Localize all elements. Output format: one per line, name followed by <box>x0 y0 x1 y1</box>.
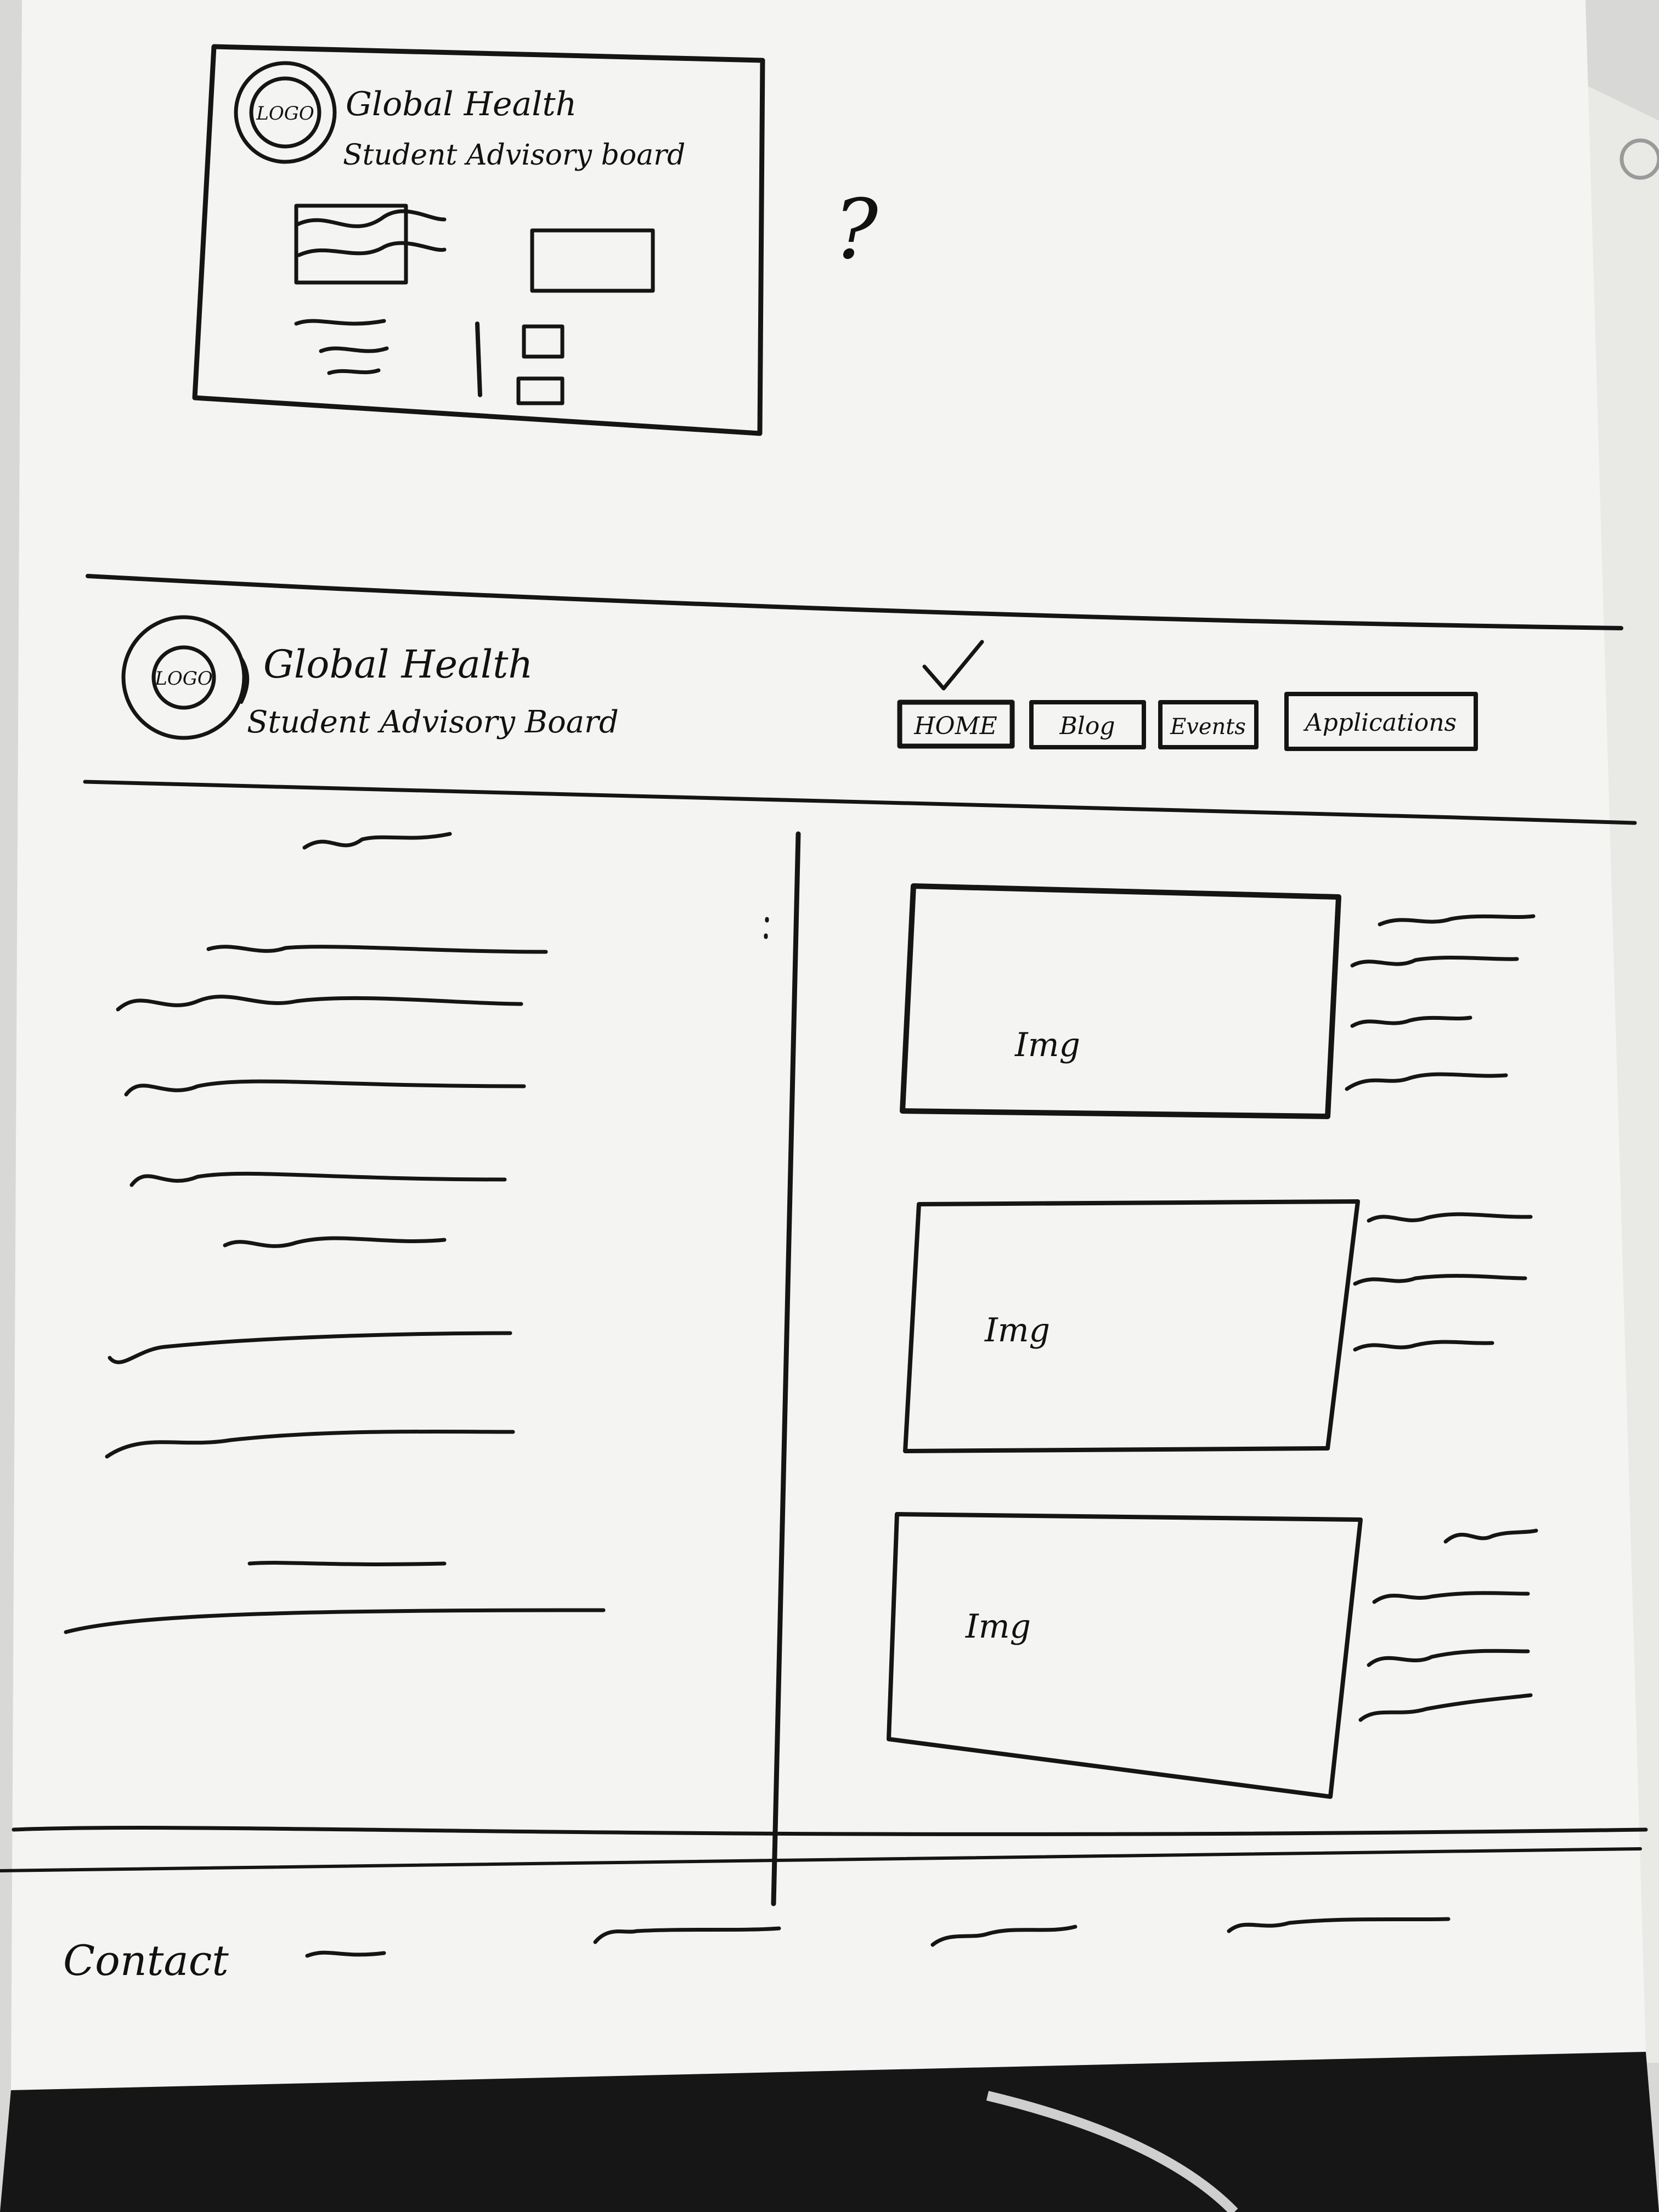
sketch-photo: LOGO Global Health Student Advisory boar… <box>0 0 1659 2212</box>
footer-contact-label: Contact <box>63 1936 229 1985</box>
question-mark: ? <box>834 182 879 278</box>
nav-events-label: Events <box>1170 714 1246 740</box>
site-title-line1: Global Health <box>263 642 533 687</box>
image-card-1-label: Img <box>1014 1026 1080 1064</box>
nav-blog-label: Blog <box>1059 712 1115 740</box>
image-card-3-label: Img <box>965 1607 1031 1646</box>
site-logo-label: LOGO <box>154 668 213 690</box>
nav-applications-label: Applications <box>1303 709 1457 737</box>
top-title-line2: Student Advisory board <box>343 139 685 172</box>
paper-sheet <box>11 0 1646 2090</box>
top-title-line1: Global Health <box>346 85 577 123</box>
site-title-line2: Student Advisory Board <box>247 704 619 740</box>
top-logo: LOGO <box>234 61 337 164</box>
top-logo-label: LOGO <box>256 103 314 125</box>
nav-home-label: HOME <box>913 712 997 740</box>
image-card-2-label: Img <box>984 1311 1050 1350</box>
